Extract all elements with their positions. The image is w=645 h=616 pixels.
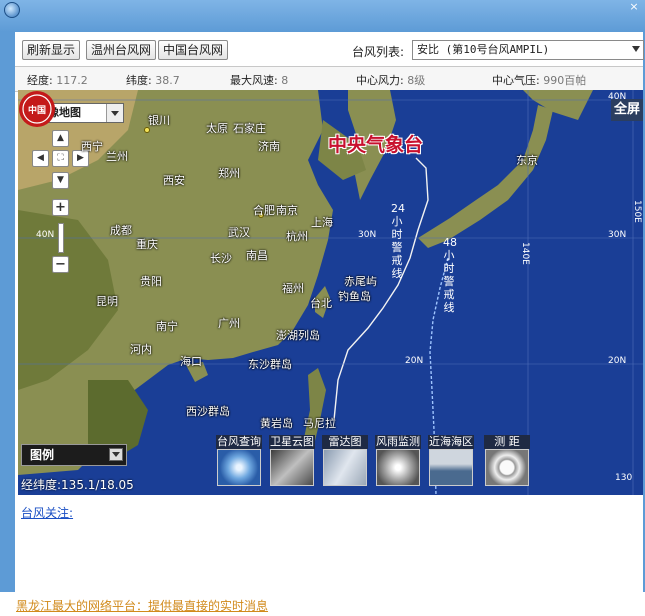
ruler-thumbnail-icon (485, 449, 529, 486)
place-taipei: 台北 (310, 297, 332, 310)
place-huangyan: 黄岩岛 (260, 417, 293, 430)
offshore-area-tool[interactable]: 近海海区 (428, 435, 474, 490)
place-manila: 马尼拉 (303, 417, 336, 430)
typhoon-select[interactable]: 安比 (第10号台风AMPIL) (412, 40, 644, 60)
chevron-down-icon (106, 104, 123, 122)
place-chengdu: 成都 (110, 224, 132, 237)
place-guiyang: 贵阳 (140, 275, 162, 288)
typhoon-list-label: 台风列表: (352, 45, 405, 59)
pan-reset-button[interactable]: ⛶ (52, 150, 69, 167)
grid-label-150e: 150E (632, 200, 642, 223)
grid-label-20n-right: 20N (608, 356, 627, 366)
place-hangzhou: 杭州 (286, 230, 308, 243)
coordinate-readout: 经纬度:135.1/18.05 (21, 478, 134, 492)
wind-rain-thumbnail-icon (376, 449, 420, 486)
typhoon-panel: 刷新显示 温州台风网 中国台风网 台风列表: 安比 (第10号台风AMPIL) … (15, 32, 644, 592)
place-yinchuan: 银川 (148, 114, 170, 127)
window-close-icon[interactable]: × (627, 0, 641, 14)
place-hefei: 合肥 (253, 204, 275, 217)
typhoon-map[interactable]: 中央气象台 影像地图 全屏 ▲ ◀ ⛶ ▶ ▼ + − 40N 30N 30N … (18, 90, 643, 495)
info-center-force: 中心风力: 8级 (356, 74, 426, 87)
tool-label: 近海海区 (428, 435, 474, 449)
info-longitude: 经度: 117.2 (27, 74, 88, 87)
fullscreen-button[interactable]: 全屏 (611, 99, 643, 121)
footer-status-link[interactable]: 黑龙江最大的网络平台：提供最直接的实时消息 (16, 597, 268, 614)
pan-down-button[interactable]: ▼ (52, 172, 69, 189)
info-latitude: 纬度: 38.7 (126, 74, 180, 87)
place-penghu: 澎湖列岛 (276, 329, 320, 342)
grid-label-30n-left: 40N (36, 230, 55, 240)
distance-measure-tool[interactable]: 测 距 (484, 435, 530, 490)
tool-label: 测 距 (484, 435, 530, 449)
tool-label: 风雨监测 (375, 435, 421, 449)
place-nanjing: 南京 (276, 204, 298, 217)
info-center-pressure: 中心气压: 990百帕 (492, 74, 587, 87)
satellite-cloud-tool[interactable]: 卫星云图 (269, 435, 315, 490)
legend-toggle[interactable]: 图例 (21, 444, 127, 466)
china-typhoon-link-button[interactable]: 中国台风网 (158, 40, 229, 60)
place-shanghai: 上海 (311, 216, 333, 229)
typhoon-concern-link[interactable]: 台风关注: (21, 504, 73, 521)
map-title: 中央气象台 (328, 134, 424, 156)
pan-left-button[interactable]: ◀ (32, 150, 49, 167)
window-left-frame (0, 32, 15, 592)
place-zhengzhou: 郑州 (218, 167, 240, 180)
wind-rain-monitor-tool[interactable]: 风雨监测 (375, 435, 421, 490)
chevron-down-icon (109, 448, 123, 461)
grid-label-30n-right: 30N (608, 230, 627, 240)
wenzhou-typhoon-link-button[interactable]: 温州台风网 (86, 40, 157, 60)
offshore-thumbnail-icon (429, 449, 473, 486)
place-dongsha: 东沙群岛 (248, 358, 292, 371)
satellite-thumbnail-icon (270, 449, 314, 486)
place-taiyuan: 太原 (206, 122, 228, 135)
place-fuzhou: 福州 (282, 282, 304, 295)
typhoon-thumbnail-icon (217, 449, 261, 486)
chevron-down-icon (632, 46, 640, 52)
place-jinan: 济南 (258, 140, 280, 153)
svg-text:中国: 中国 (28, 104, 46, 116)
radar-thumbnail-icon (323, 449, 367, 486)
weather-seal-logo: 中国 (19, 91, 55, 127)
warning-24h-label: 24小时警戒线 (391, 202, 405, 280)
app-globe-icon (4, 2, 20, 18)
tool-label: 雷达图 (322, 435, 368, 449)
grid-label-20n: 20N (405, 356, 424, 366)
typhoon-info-bar: 经度: 117.2 纬度: 38.7 最大风速: 8 中心风力: 8级 中心气压… (15, 66, 643, 92)
place-tokyo: 东京 (516, 154, 538, 167)
grid-label-40n-right: 40N (608, 92, 627, 102)
tool-label: 台风查询 (216, 435, 262, 449)
place-haikou: 海口 (180, 355, 202, 368)
warning-48h-label: 48小时警戒线 (443, 236, 457, 314)
place-nanchang: 南昌 (246, 249, 268, 262)
place-wuhan: 武汉 (228, 226, 250, 239)
info-max-wind: 最大风速: 8 (230, 74, 289, 87)
place-chiweiyu: 赤尾屿 (344, 275, 377, 288)
pan-up-button[interactable]: ▲ (52, 130, 69, 147)
typhoon-select-value: 安比 (第10号台风AMPIL) (417, 43, 550, 56)
refresh-button[interactable]: 刷新显示 (22, 40, 81, 60)
zoom-slider[interactable] (58, 223, 64, 253)
window-title-bar: × (0, 0, 645, 32)
zoom-in-button[interactable]: + (52, 199, 69, 216)
place-kunming: 昆明 (96, 295, 118, 308)
tool-label: 卫星云图 (269, 435, 315, 449)
place-lanzhou: 兰州 (106, 150, 128, 163)
place-guangzhou: 广州 (218, 317, 240, 330)
grid-label-140e: 140E (520, 242, 530, 265)
radar-tool[interactable]: 雷达图 (322, 435, 368, 490)
place-chongqing: 重庆 (136, 238, 158, 251)
place-diaoyudao: 钓鱼岛 (338, 290, 371, 303)
zoom-out-button[interactable]: − (52, 256, 69, 273)
place-xisha: 西沙群岛 (186, 405, 230, 418)
place-hanoi: 河内 (130, 343, 152, 356)
grid-label-130: 130 (615, 473, 633, 483)
place-xian: 西安 (163, 174, 185, 187)
legend-label: 图例 (30, 448, 55, 462)
grid-label-30n: 30N (358, 230, 377, 240)
place-nanning: 南宁 (156, 320, 178, 333)
typhoon-query-tool[interactable]: 台风查询 (216, 435, 262, 490)
place-xining: 西宁 (81, 140, 103, 153)
place-changsha: 长沙 (210, 252, 232, 265)
place-shijiazhuang: 石家庄 (233, 122, 266, 135)
